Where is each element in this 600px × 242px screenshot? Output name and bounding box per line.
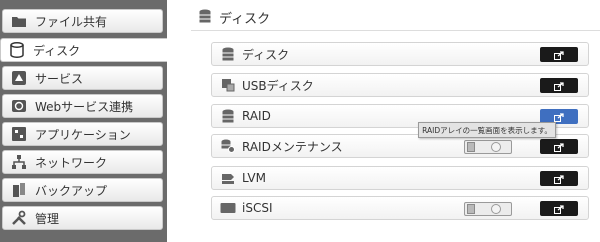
sidebar-item-label: サービス <box>35 71 84 86</box>
sidebar-item-label: ネットワーク <box>35 155 108 170</box>
sidebar-item-service[interactable]: サービス <box>2 66 163 90</box>
tooltip: RAIDアレイの一覧画面を表示します。 <box>418 122 556 138</box>
external-link-icon <box>553 169 565 188</box>
list-item-usb-disk: USBディスク <box>211 73 589 97</box>
lvm-icon <box>220 170 236 186</box>
sidebar: ファイル共有 ディスク サービス Webサービス連携 アプリケーション ネットワ… <box>0 0 167 242</box>
row-label: RAIDメンテナンス <box>242 139 343 154</box>
disk-icon <box>220 46 236 62</box>
iscsi-icon <box>220 200 236 216</box>
list-item-disk: ディスク <box>211 42 589 66</box>
raid-maintenance-icon <box>220 138 236 154</box>
row-label: LVM <box>242 171 266 185</box>
sidebar-item-label: バックアップ <box>35 183 108 198</box>
service-icon <box>11 70 27 86</box>
toggle-knob <box>467 204 475 214</box>
row-label: USBディスク <box>242 78 314 93</box>
row-label: RAID <box>242 109 271 123</box>
page-header: ディスク <box>199 8 270 27</box>
external-link-icon <box>553 137 565 156</box>
tools-icon <box>11 210 27 226</box>
open-raid-maintenance-button[interactable] <box>540 139 578 154</box>
disk-icon <box>9 42 25 58</box>
sidebar-item-backup[interactable]: バックアップ <box>2 178 163 202</box>
sidebar-item-label: アプリケーション <box>35 127 131 142</box>
sidebar-item-network[interactable]: ネットワーク <box>2 150 163 174</box>
list-item-lvm: LVM <box>211 166 589 190</box>
external-link-icon <box>553 76 565 95</box>
iscsi-toggle[interactable] <box>464 202 512 216</box>
open-usb-disk-button[interactable] <box>540 78 578 93</box>
network-icon <box>11 154 27 170</box>
backup-icon <box>11 182 27 198</box>
application-icon <box>11 126 27 142</box>
header-divider <box>191 30 600 31</box>
page-title: ディスク <box>219 12 271 27</box>
list-item-iscsi: iSCSI <box>211 196 589 220</box>
folder-icon <box>11 13 27 29</box>
sidebar-item-label: Webサービス連携 <box>35 99 134 114</box>
toggle-knob <box>467 142 475 152</box>
sidebar-item-label: ファイル共有 <box>35 14 108 29</box>
web-service-icon <box>11 98 27 114</box>
disk-stack-icon <box>199 8 211 27</box>
open-lvm-button[interactable] <box>540 171 578 186</box>
open-disk-button[interactable] <box>540 47 578 62</box>
row-label: ディスク <box>242 47 290 62</box>
raid-maintenance-toggle[interactable] <box>464 140 512 154</box>
raid-icon <box>220 108 236 124</box>
toggle-indicator <box>491 204 501 214</box>
sidebar-item-application[interactable]: アプリケーション <box>2 122 163 146</box>
row-label: iSCSI <box>242 201 273 215</box>
sidebar-item-admin[interactable]: 管理 <box>2 206 163 230</box>
toggle-indicator <box>491 142 501 152</box>
sidebar-item-web-service[interactable]: Webサービス連携 <box>2 94 163 118</box>
external-link-icon <box>553 45 565 64</box>
sidebar-item-disk[interactable]: ディスク <box>0 38 167 62</box>
usb-disk-icon <box>220 77 236 93</box>
open-iscsi-button[interactable] <box>540 201 578 216</box>
sidebar-item-label: 管理 <box>35 211 60 226</box>
external-link-icon <box>553 199 565 218</box>
sidebar-item-label: ディスク <box>33 43 81 58</box>
sidebar-item-file-share[interactable]: ファイル共有 <box>2 9 163 33</box>
